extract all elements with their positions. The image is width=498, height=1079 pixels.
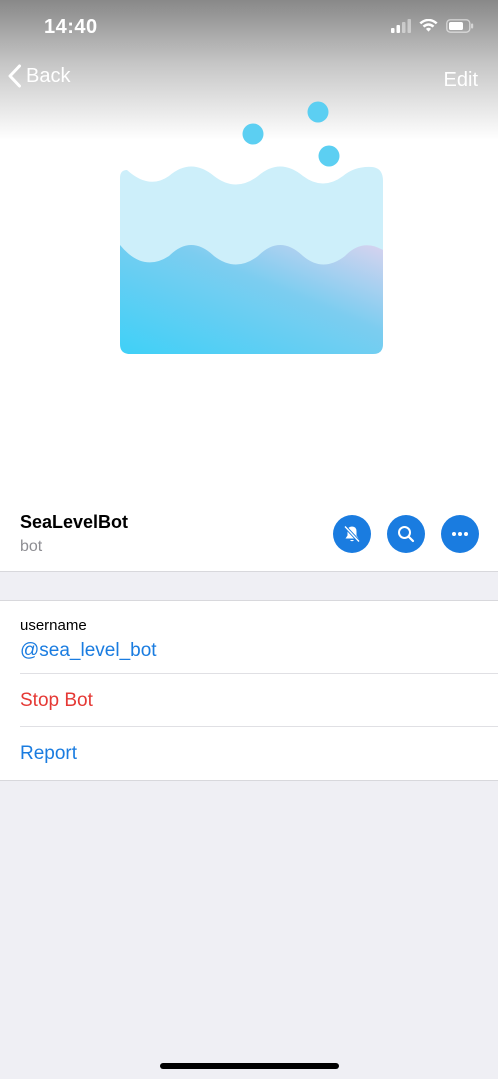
report-row[interactable]: Report xyxy=(20,727,498,780)
search-icon xyxy=(398,526,415,543)
signal-icon xyxy=(391,19,411,33)
profile-header: 14:40 Back Edit xyxy=(0,0,498,480)
wifi-icon xyxy=(419,19,438,32)
stop-bot-row[interactable]: Stop Bot xyxy=(20,674,498,727)
home-indicator xyxy=(160,1063,339,1069)
stop-bot-button[interactable]: Stop Bot xyxy=(20,690,93,712)
username-row[interactable]: username @sea_level_bot xyxy=(20,601,498,674)
chevron-left-icon xyxy=(8,64,21,88)
status-icons xyxy=(391,19,474,33)
profile-info: SeaLevelBot bot xyxy=(0,480,498,572)
more-button[interactable] xyxy=(441,515,479,553)
status-bar: 14:40 xyxy=(0,0,498,56)
back-button[interactable]: Back xyxy=(8,64,70,88)
edit-button[interactable]: Edit xyxy=(444,69,478,92)
bot-details-list: username @sea_level_bot Stop Bot Report xyxy=(0,600,498,781)
status-time: 14:40 xyxy=(44,16,98,38)
back-label: Back xyxy=(26,64,71,87)
bot-name: SeaLevelBot xyxy=(20,512,129,532)
bot-type-label: bot xyxy=(20,538,43,555)
ellipsis-icon xyxy=(452,532,468,536)
battery-icon xyxy=(446,19,474,33)
username-label: username xyxy=(20,617,87,634)
bell-slash-icon xyxy=(343,525,361,543)
search-button[interactable] xyxy=(387,515,425,553)
mute-notifications-button[interactable] xyxy=(333,515,371,553)
sea-level-wave-icon xyxy=(120,101,383,354)
navigation-bar: Back Edit xyxy=(0,56,498,100)
action-buttons xyxy=(333,515,479,553)
username-link[interactable]: @sea_level_bot xyxy=(20,640,157,662)
report-button[interactable]: Report xyxy=(20,743,77,765)
